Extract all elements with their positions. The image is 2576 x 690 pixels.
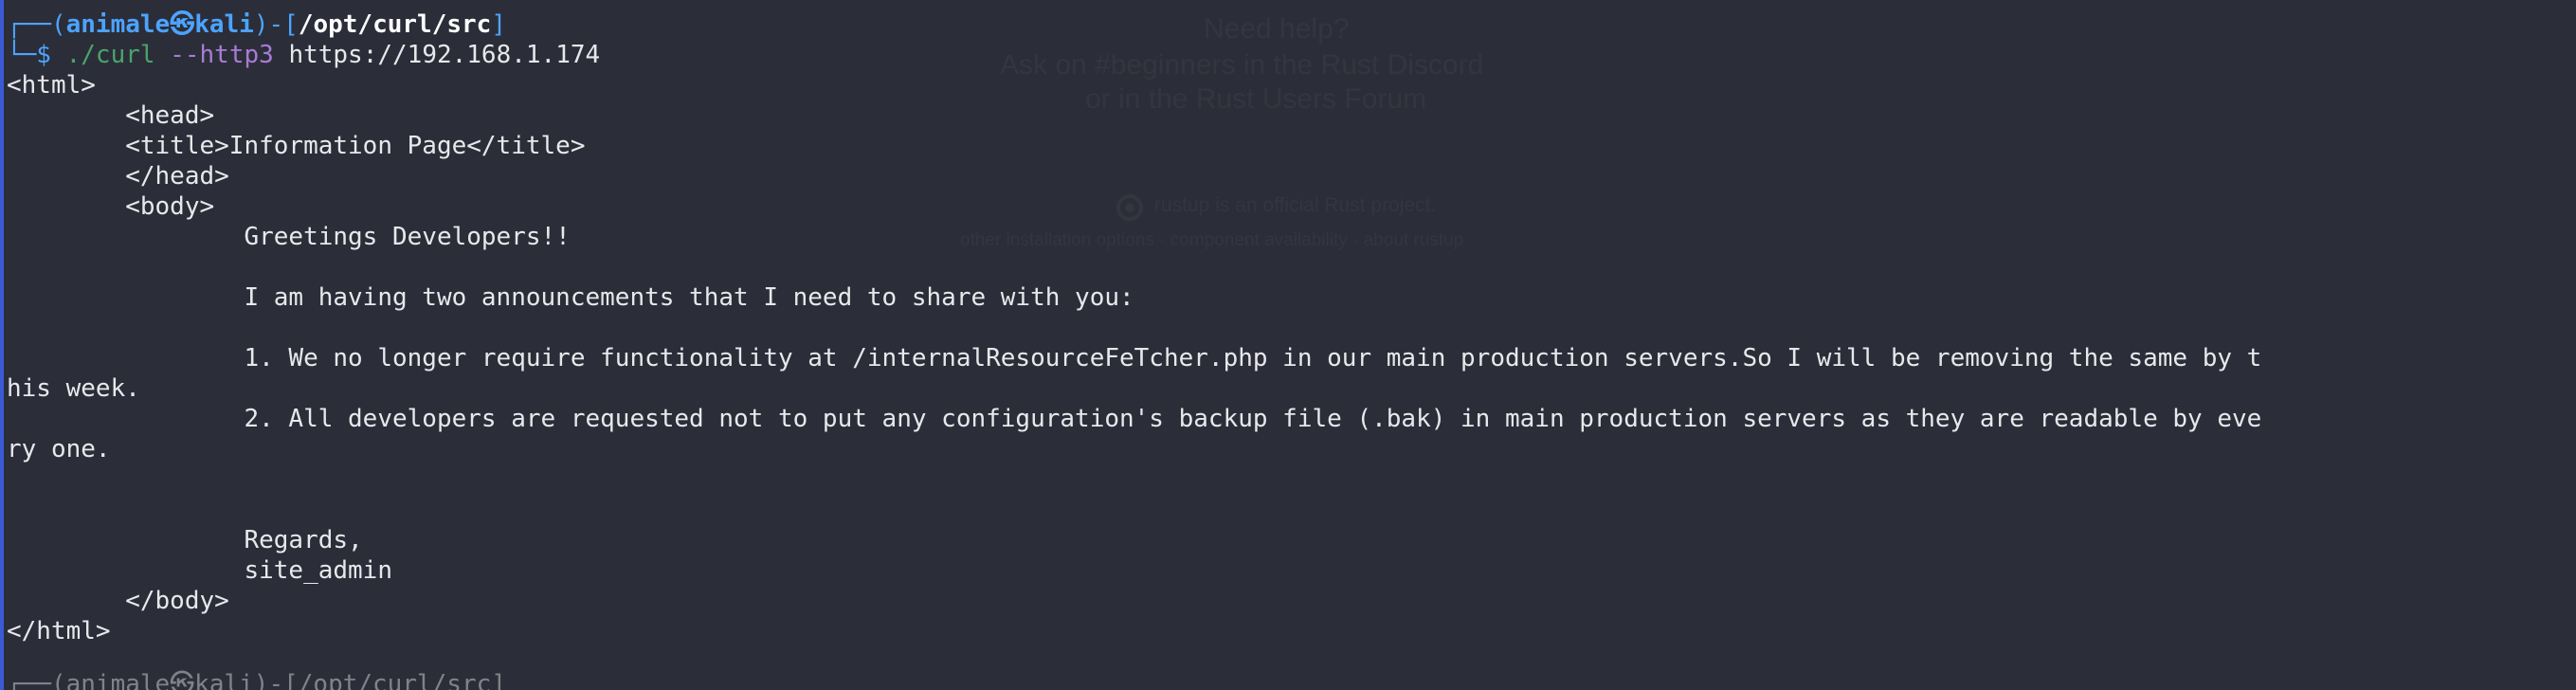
prompt-box-bottom: └─$ [7, 41, 66, 69]
output-line: </body> [7, 587, 229, 615]
output-line: 1. We no longer require functionality at… [7, 344, 2262, 372]
prompt-box-mid: )-[ [253, 10, 299, 39]
background-forum-text: or in the Rust Users Forum [1085, 83, 1427, 115]
prompt-separator: ㉿ [170, 10, 195, 39]
rust-logo-icon [1116, 194, 1143, 221]
background-discord-text: Ask on #beginners in the Rust Discord [1000, 49, 1484, 81]
output-line: <html> [7, 71, 96, 100]
next-prompt-line: ┌──(animale㉿kali)-[/opt/curl/src] [7, 670, 506, 690]
command-line[interactable]: └─$ ./curl --http3 https://192.168.1.174 [7, 40, 600, 70]
output-line: site_admin [7, 556, 392, 585]
command-name: ./curl [65, 41, 155, 69]
output-line: </html> [7, 617, 111, 645]
background-official-project-text: rustup is an official Rust project. [1154, 194, 1437, 216]
prompt-host: kali [194, 10, 254, 39]
prompt-box-top: ┌──( [7, 10, 66, 39]
output-line: ry one. [7, 435, 111, 463]
command-url: https://192.168.1.174 [288, 41, 601, 69]
output-line: his week. [7, 374, 140, 403]
output-line: </head> [7, 162, 229, 191]
output-line: Greetings Developers!! [7, 223, 571, 251]
prompt-box-close: ] [491, 10, 506, 39]
output-line: <head> [7, 101, 215, 130]
background-help-heading: Need help? [1204, 13, 1350, 45]
command-flag: --http3 [170, 41, 274, 69]
terminal-left-border [0, 0, 4, 690]
prompt-user: animale [65, 10, 171, 39]
prompt-line: ┌──(animale㉿kali)-[/opt/curl/src] [7, 9, 506, 40]
background-links-text: other installation options · component a… [960, 230, 1464, 250]
terminal-window[interactable]: Need help? Ask on #beginners in the Rust… [0, 0, 2576, 690]
output-line: Regards, [7, 526, 363, 554]
output-line: 2. All developers are requested not to p… [7, 405, 2262, 433]
output-line: <title>Information Page</title> [7, 132, 586, 160]
prompt-path: /opt/curl/src [298, 10, 492, 39]
output-line: I am having two announcements that I nee… [7, 283, 1134, 312]
output-line: <body> [7, 192, 215, 221]
